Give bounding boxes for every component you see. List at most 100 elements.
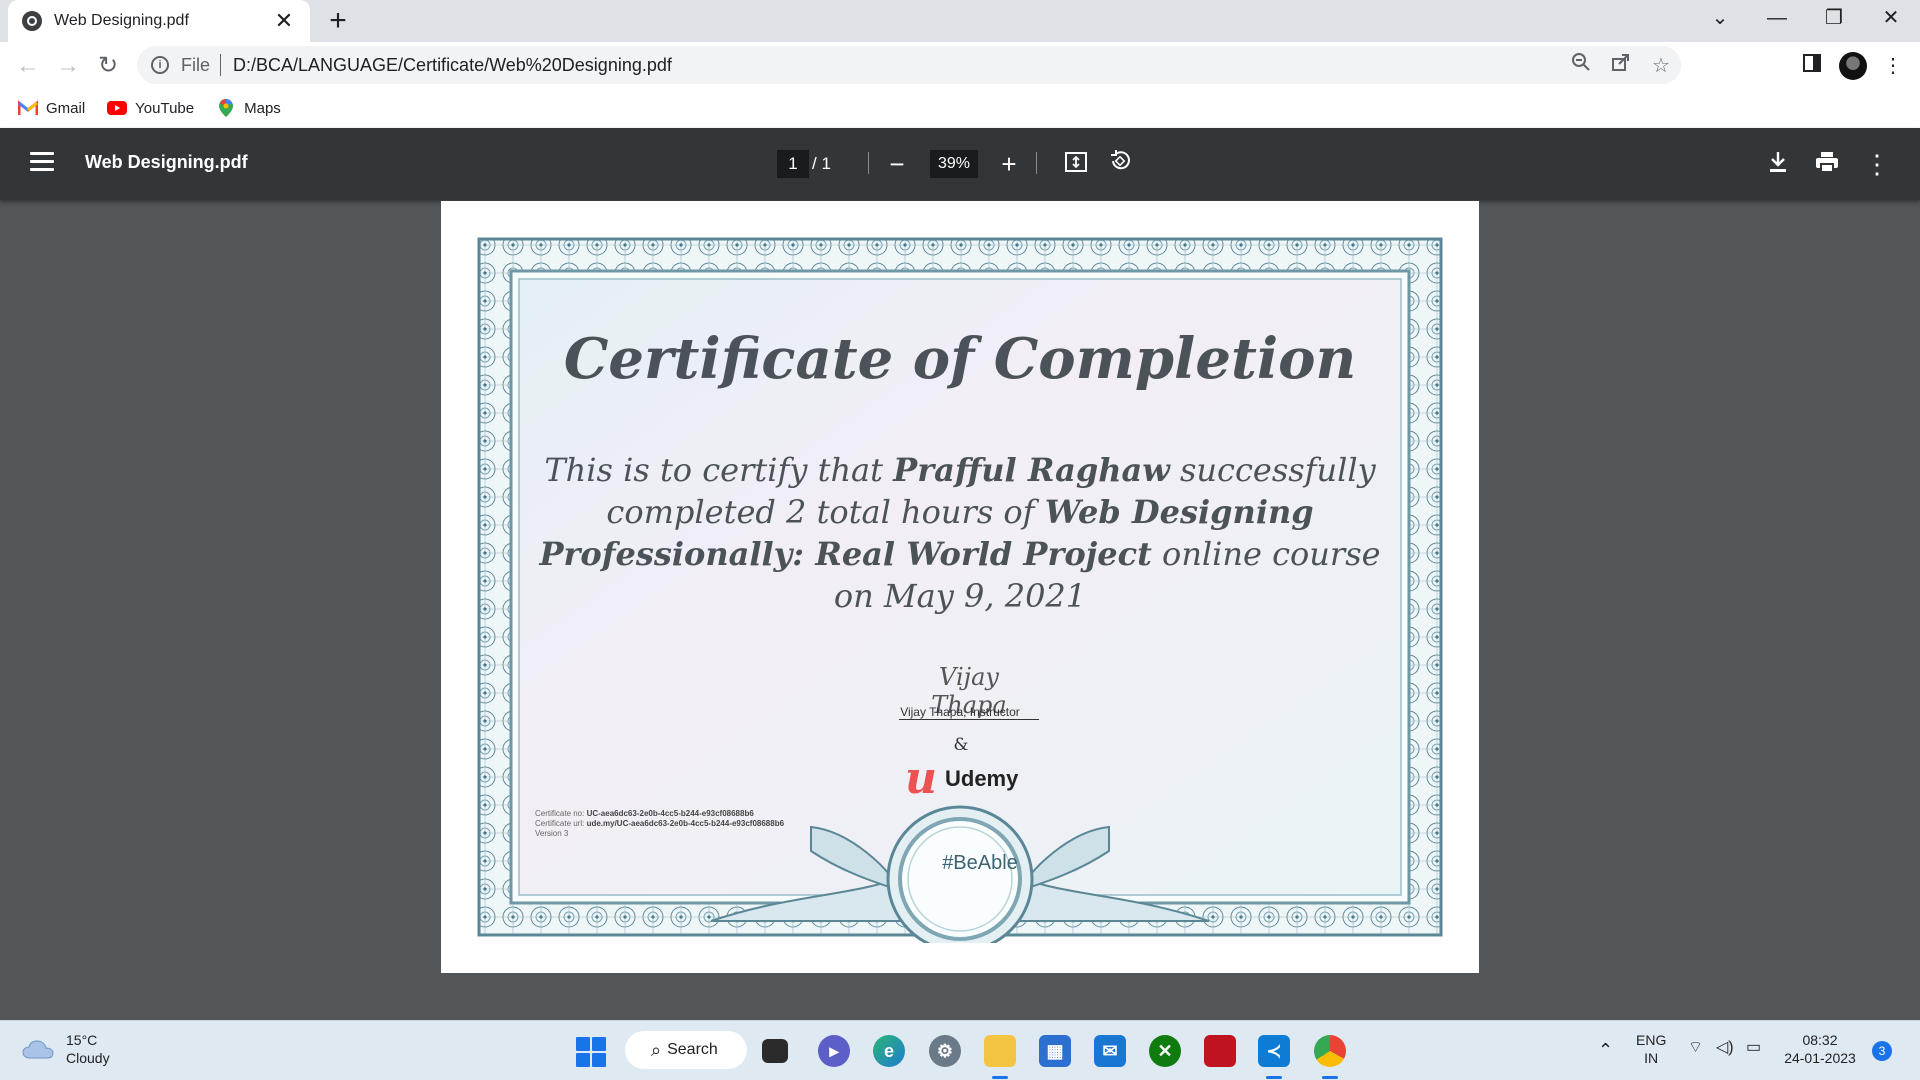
recipient-name: Prafful Raghaw [893,451,1170,489]
notification-badge[interactable]: 3 [1872,1041,1892,1061]
youtube-icon [107,101,128,115]
mail-icon[interactable]: ✉ [1094,1035,1126,1067]
weather-widget[interactable]: 15°C Cloudy [22,1031,110,1067]
bookmarks-bar: Gmail YouTube Maps [0,88,1920,128]
tab-strip: Web Designing.pdf ✕ + ⌄ — ❐ ✕ [0,0,1920,42]
side-panel-icon[interactable] [1795,49,1829,83]
pdf-title: Web Designing.pdf [85,152,248,172]
language-region: IN [1644,1050,1659,1066]
zoom-out-button[interactable]: − [881,148,913,180]
arrow-right-icon: → [56,52,80,79]
ms-store-icon[interactable]: ▦ [1039,1035,1071,1067]
volume-icon[interactable]: ◁) [1716,1039,1734,1057]
reload-button[interactable]: ↻ [92,50,124,82]
vscode-icon[interactable]: ≺ [1258,1035,1290,1079]
taskbar-search[interactable]: ⌕ Search [625,1031,747,1069]
tab-title: Web Designing.pdf [54,12,189,29]
arrow-left-icon: ← [16,52,40,79]
tab-search-button[interactable]: ⌄ [1692,0,1748,36]
zoom-in-button[interactable]: + [993,148,1025,180]
tab-web-designing[interactable]: Web Designing.pdf ✕ [8,0,310,42]
browser-toolbar: ← → ↻ i File D:/BCA/LANGUAGE/Certificate… [0,42,1920,88]
profile-avatar[interactable] [1839,52,1867,80]
certificate-meta: Certificate no: UC-aea6dc63-2e0b-4cc5-b2… [535,809,784,839]
info-icon[interactable]: i [151,56,169,74]
search-icon: ⌕ [651,1039,662,1060]
windows-logo-tile [576,1053,590,1067]
back-button[interactable]: ← [12,50,44,82]
udemy-logo: u Udemy [905,753,1019,804]
page-total: / 1 [812,154,831,173]
certificate-url: Certificate url: ude.my/UC-aea6dc63-2e0b… [535,819,784,829]
forward-button[interactable]: → [52,50,84,82]
certificate: Certificate of Completion This is to cer… [471,231,1449,943]
url-divider [220,54,222,76]
rotate-icon [1111,150,1130,170]
search-label: Search [667,1041,718,1058]
more-vert-icon: ⋮ [1864,149,1890,179]
pdf-page: Certificate of Completion This is to cer… [441,201,1479,973]
close-tab-icon[interactable]: ✕ [272,8,296,34]
url-scheme: File [181,54,211,75]
pdf-more-button[interactable]: ⋮ [1861,148,1893,180]
weather-condition: Cloudy [66,1050,110,1066]
language-code: ENG [1636,1032,1667,1048]
weather-temperature: 15°C [66,1032,98,1048]
tray-overflow-chevron-icon[interactable]: ⌃ [1598,1041,1613,1059]
certificate-version: Version 3 [535,829,569,838]
restore-button[interactable]: ❐ [1806,0,1862,36]
settings-gear-icon[interactable]: ⚙ [929,1035,961,1067]
fit-to-page-button[interactable] [1060,148,1092,180]
download-button[interactable] [1762,148,1794,180]
bookmark-maps[interactable]: Maps [216,98,281,118]
address-bar[interactable]: i File D:/BCA/LANGUAGE/Certificate/Web%2… [137,46,1681,84]
battery-icon[interactable]: ▭ [1746,1039,1761,1057]
bookmark-label: YouTube [135,99,195,117]
input-language[interactable]: ENG IN [1636,1031,1666,1067]
body-intro: This is to certify that [544,451,894,489]
teams-chat-icon[interactable]: ▸ [818,1035,850,1067]
bookmark-star-icon[interactable]: ☆ [1641,53,1681,78]
start-button[interactable] [576,1037,606,1067]
close-window-button[interactable]: ✕ [1863,0,1919,36]
menu-icon-bar [30,168,54,171]
windows-logo-tile [592,1037,606,1051]
file-explorer-icon[interactable] [984,1035,1016,1079]
cert-no-label: Certificate no: [535,809,587,818]
chrome-menu-icon[interactable]: ⋮ [1876,49,1910,83]
zoom-level-input[interactable]: 39% [930,150,978,178]
bookmark-youtube[interactable]: YouTube [107,100,194,117]
menu-icon [30,152,54,155]
instructor-caption: Vijay Thapa, Instructor [900,705,1020,719]
rotate-button[interactable] [1104,148,1136,180]
zoom-icon[interactable] [1561,52,1601,78]
clock-time: 08:32 [1802,1032,1838,1048]
reload-icon: ↻ [97,52,119,79]
pdf-toolbar: Web Designing.pdf 1 / 1 − 39% + ⋮ [0,128,1920,200]
udemy-wordmark: Udemy [945,766,1019,791]
fit-page-icon [1065,152,1087,172]
clock[interactable]: 08:32 24-01-2023 [1782,1031,1858,1067]
bookmark-gmail[interactable]: Gmail [18,100,85,117]
cert-url-value: ude.my/UC-aea6dc63-2e0b-4cc5-b244-e93cf0… [586,819,785,828]
url-text[interactable]: D:/BCA/LANGUAGE/Certificate/Web%20Design… [233,55,1561,76]
pdf-menu-button[interactable] [30,152,54,172]
globe-icon [22,11,42,31]
edge-icon[interactable]: e [873,1035,905,1067]
wifi-icon[interactable]: ⌔ [1688,1039,1703,1057]
share-icon[interactable] [1601,52,1641,78]
print-button[interactable] [1811,148,1843,180]
printer-icon [1816,152,1838,173]
udemy-u-icon: u [905,753,937,804]
page-number-input[interactable]: 1 [777,150,809,178]
task-view-icon[interactable] [762,1039,788,1063]
new-tab-button[interactable]: + [322,5,354,37]
app-red-icon[interactable] [1204,1035,1236,1067]
minimize-button[interactable]: — [1749,0,1805,36]
xbox-icon[interactable]: ✕ [1149,1035,1181,1067]
chrome-icon[interactable] [1314,1035,1346,1079]
windows-logo-tile [592,1053,606,1067]
cloud-icon [22,1040,54,1059]
cert-no-value: UC-aea6dc63-2e0b-4cc5-b244-e93cf08688b6 [586,809,754,818]
cert-url-label: Certificate url: [535,819,587,828]
